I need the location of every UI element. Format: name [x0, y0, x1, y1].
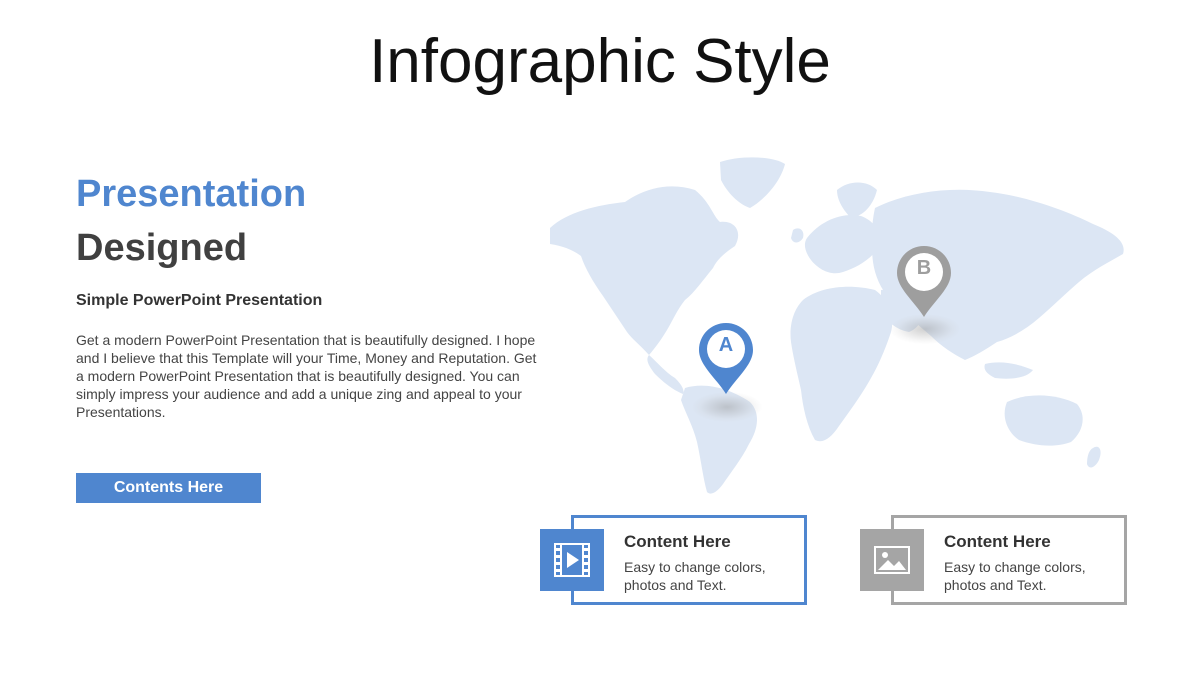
heading-presentation: Presentation [76, 173, 307, 215]
map-pin-a-icon [699, 323, 753, 394]
pin-b-label: B [916, 257, 932, 279]
body-paragraph: Get a modern PowerPoint Presentation tha… [76, 332, 537, 420]
map-pin-b-icon [897, 246, 951, 317]
europe-shape [804, 214, 880, 274]
scandinavia-shape [837, 182, 877, 218]
card-1-title: Content Here [624, 532, 731, 551]
content-card-1: Content Here Easy to change colors, phot… [571, 515, 807, 605]
card-2-icon-box [860, 529, 924, 591]
slide-title: Infographic Style [369, 27, 831, 96]
greenland-shape [720, 157, 785, 208]
map-pin-b[interactable]: B [894, 243, 954, 323]
card-1-description: Easy to change colors, photos and Text. [624, 559, 766, 593]
africa-shape [790, 286, 893, 442]
card-1-icon-box [540, 529, 604, 591]
indonesia-shape [984, 362, 1033, 379]
content-card-2: Content Here Easy to change colors, phot… [891, 515, 1127, 605]
subheading: Simple PowerPoint Presentation [76, 292, 323, 309]
video-icon [554, 543, 590, 577]
heading-designed: Designed [76, 227, 248, 269]
map-pin-a[interactable]: A [696, 320, 756, 400]
contents-here-button[interactable]: Contents Here [76, 473, 261, 503]
new-zealand-shape [1087, 446, 1101, 468]
uk-shape [791, 228, 804, 243]
australia-shape [1004, 395, 1083, 446]
card-2-description: Easy to change colors, photos and Text. [944, 559, 1086, 593]
world-map [550, 157, 1124, 494]
central-america-shape [647, 355, 684, 394]
pin-a-label: A [718, 334, 734, 356]
card-2-title: Content Here [944, 532, 1051, 551]
image-icon [874, 546, 910, 574]
